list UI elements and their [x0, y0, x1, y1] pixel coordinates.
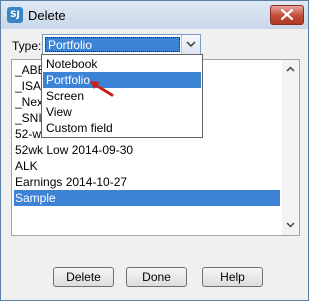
close-button[interactable]: [270, 5, 304, 25]
list-item-selected[interactable]: Sample: [14, 190, 280, 206]
dropdown-option-notebook[interactable]: Notebook: [43, 56, 201, 72]
close-icon: [281, 9, 293, 20]
type-combobox[interactable]: Portfolio: [42, 34, 201, 55]
dropdown-option-portfolio[interactable]: Portfolio: [43, 72, 201, 88]
scroll-up-icon[interactable]: [286, 66, 295, 72]
help-button[interactable]: Help: [202, 267, 263, 287]
window-title: Delete: [28, 8, 66, 23]
type-dropdown-menu: Notebook Portfolio Screen View Custom fi…: [41, 54, 203, 138]
delete-dialog: SJ Delete Type: Portfolio _ABE _ISA _Nex…: [0, 0, 309, 301]
title-bar: SJ Delete: [1, 1, 308, 29]
app-icon: SJ: [7, 7, 23, 23]
red-pointer-arrow-icon: [90, 81, 114, 97]
type-combobox-value: Portfolio: [45, 37, 180, 52]
dropdown-option-view[interactable]: View: [43, 104, 201, 120]
dropdown-option-screen[interactable]: Screen: [43, 88, 201, 104]
scroll-down-icon[interactable]: [286, 222, 295, 228]
list-item[interactable]: ALK: [14, 158, 280, 174]
list-item[interactable]: Earnings 2014-10-27: [14, 174, 280, 190]
vertical-scrollbar[interactable]: [282, 60, 299, 235]
chevron-down-icon: [186, 41, 196, 47]
list-item[interactable]: 52wk Low 2014-09-30: [14, 142, 280, 158]
type-label: Type:: [12, 39, 42, 53]
done-button[interactable]: Done: [126, 267, 187, 287]
type-combobox-dropdown-button[interactable]: [181, 35, 200, 54]
dropdown-option-custom-field[interactable]: Custom field: [43, 120, 201, 136]
delete-button[interactable]: Delete: [53, 267, 114, 287]
dialog-content: Type: Portfolio _ABE _ISA _Nex _SNI 52-w…: [2, 29, 307, 299]
